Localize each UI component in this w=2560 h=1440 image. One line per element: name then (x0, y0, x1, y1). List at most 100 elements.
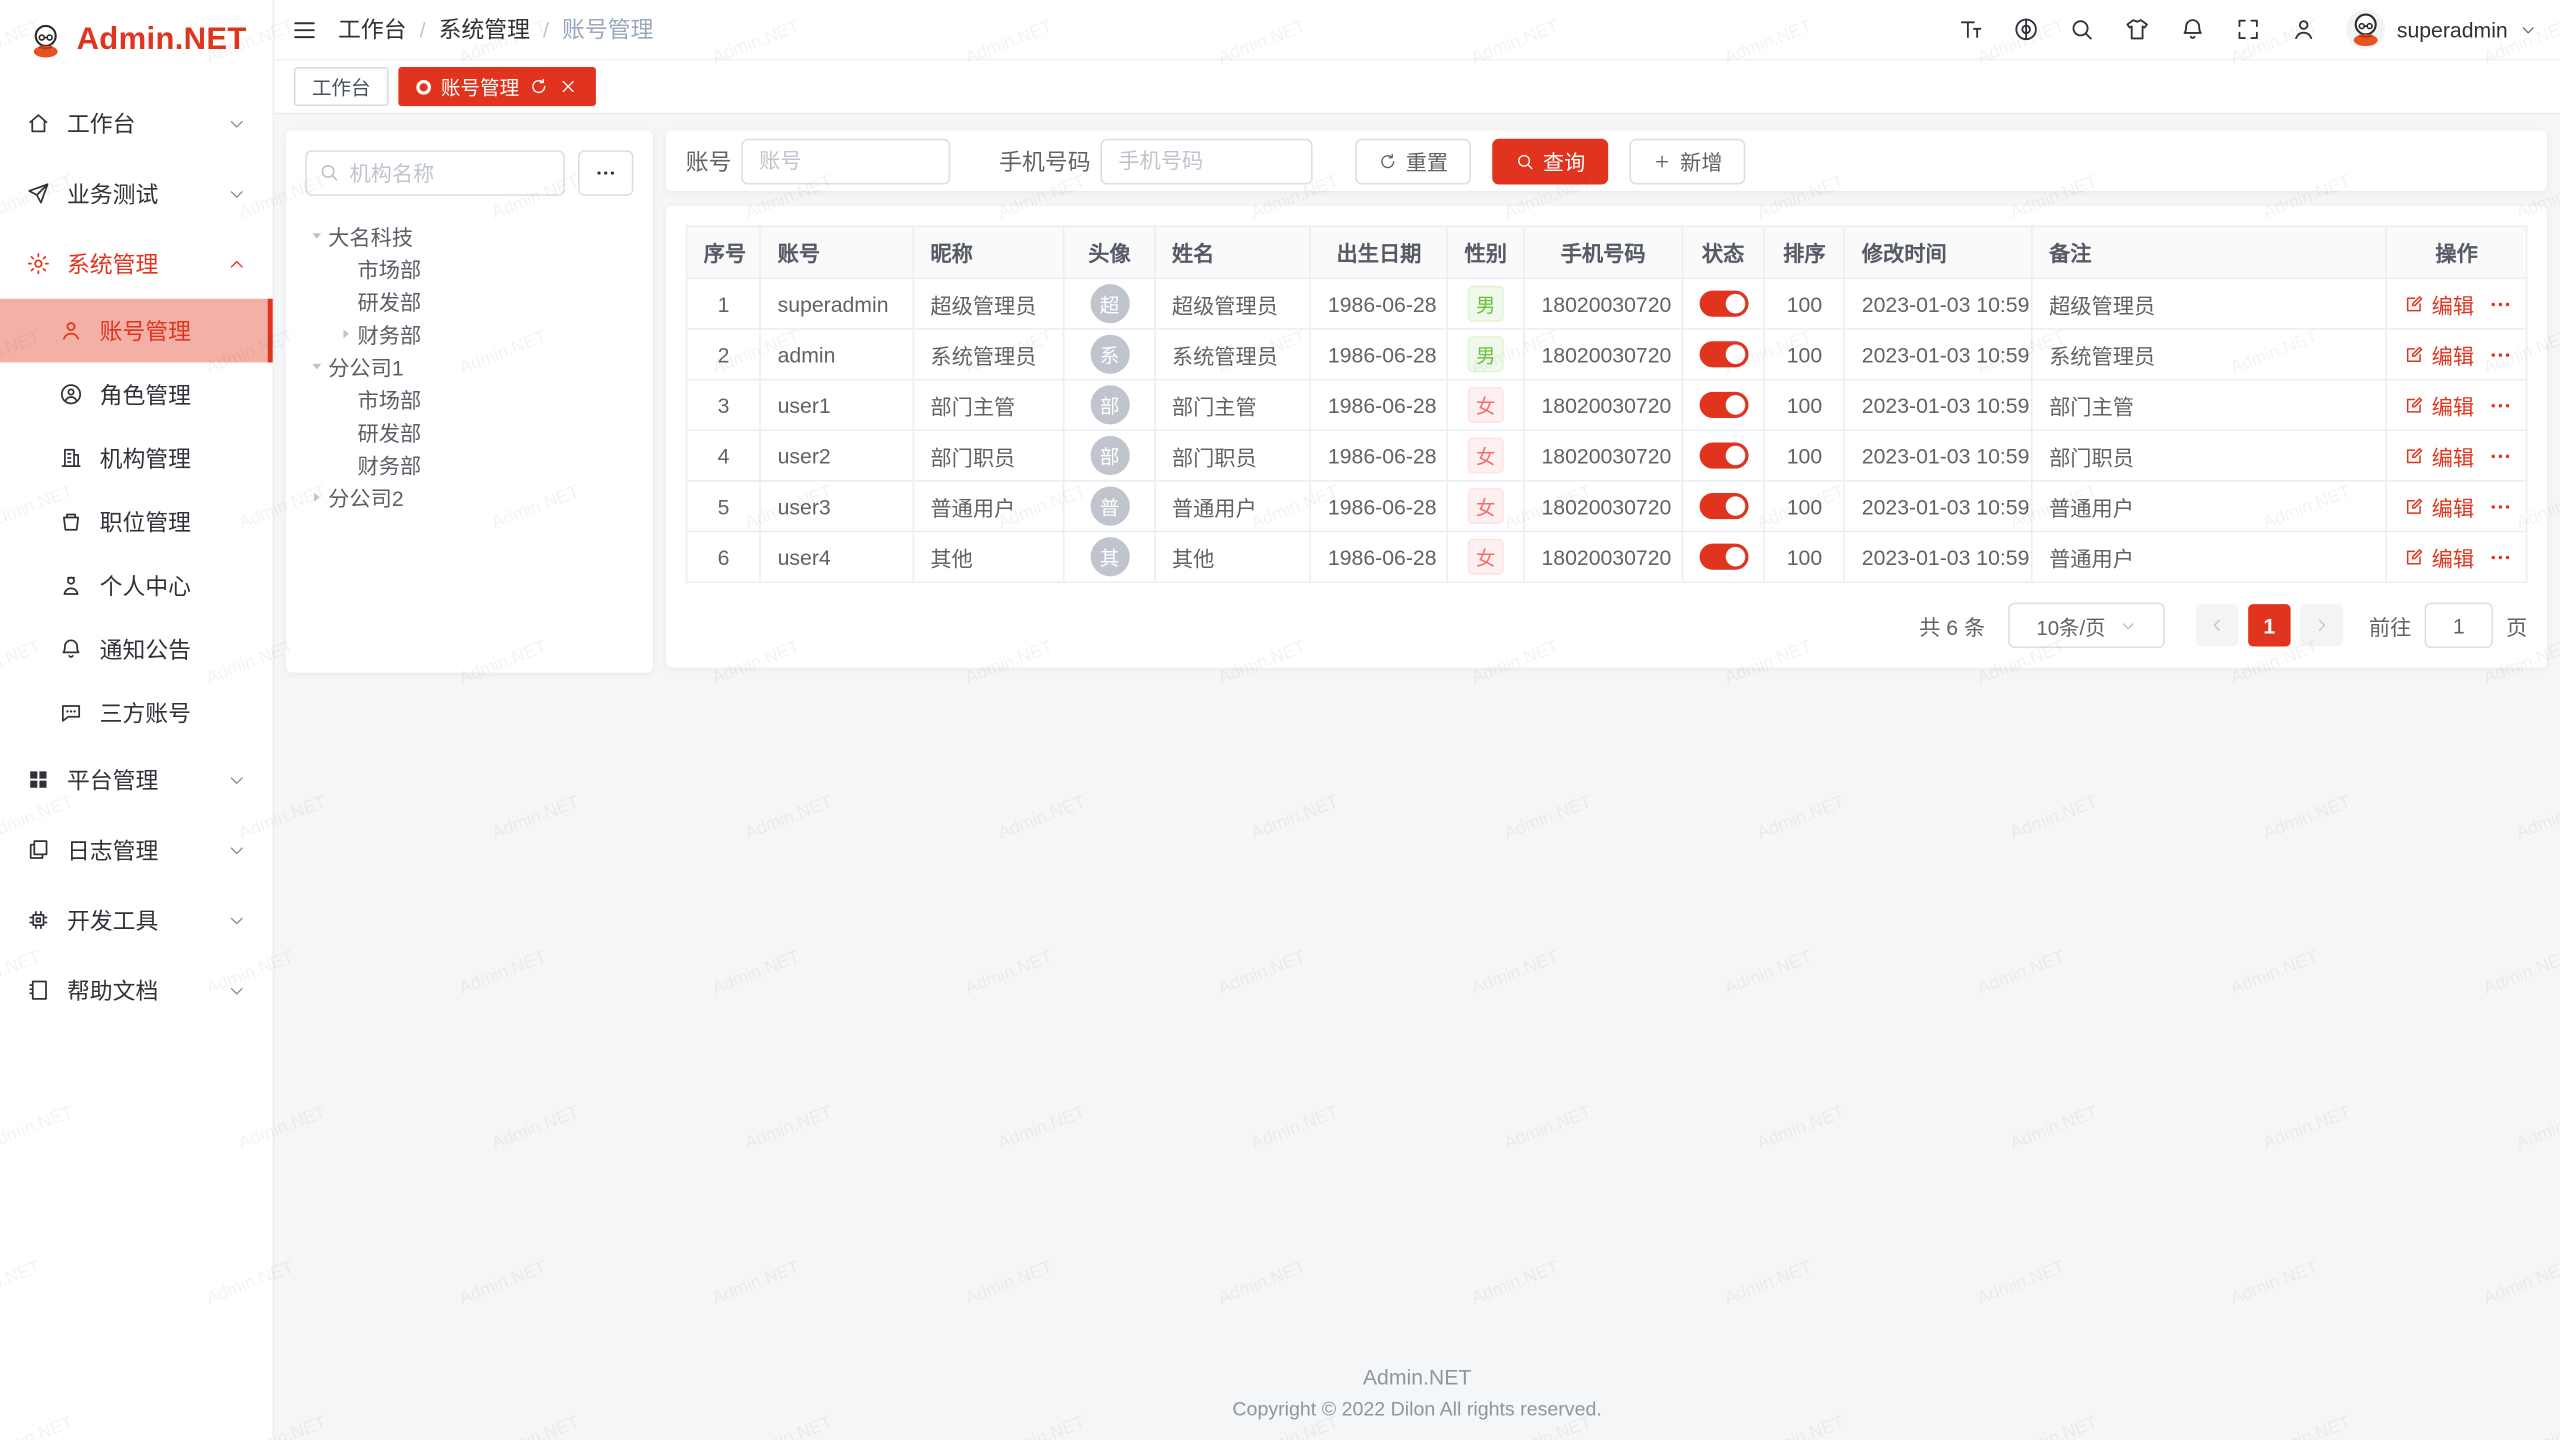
tree-node-label: 分公司1 (328, 350, 403, 381)
pagination: 共 6 条 10条/页 1 前往 (686, 602, 2528, 648)
edit-button[interactable]: 编辑 (2404, 339, 2474, 370)
goto-page-input[interactable] (2424, 602, 2493, 648)
bell-icon (59, 637, 83, 661)
tree-node-分公司2[interactable]: 分公司2 (305, 480, 633, 513)
chevron-down-icon (227, 113, 247, 133)
more-actions-button[interactable] (2489, 291, 2513, 315)
org-search-input[interactable] (305, 150, 565, 196)
account-cell: user2 (760, 430, 913, 481)
tree-more-button[interactable] (578, 150, 634, 196)
sidebar-item-label: 系统管理 (67, 247, 158, 280)
gender-cell: 女 (1447, 531, 1524, 582)
query-button[interactable]: 查询 (1492, 138, 1608, 184)
page-1-button[interactable]: 1 (2248, 604, 2290, 646)
tree-node-市场部[interactable]: 市场部 (305, 251, 633, 284)
edit-button[interactable]: 编辑 (2404, 541, 2474, 572)
remark-cell: 超级管理员 (2032, 278, 2387, 329)
tab-账号管理[interactable]: 账号管理 (398, 67, 596, 106)
topbar-tools: superadmin (1958, 10, 2537, 49)
tree-node-label: 财务部 (358, 448, 422, 479)
sidebar-item-工作台[interactable]: 工作台 (0, 88, 273, 158)
sidebar-item-机构管理[interactable]: 机构管理 (0, 426, 273, 490)
more-actions-button[interactable] (2489, 393, 2513, 417)
tab-工作台[interactable]: 工作台 (294, 67, 389, 106)
tree-node-财务部[interactable]: 财务部 (305, 447, 633, 480)
chevron-down-icon (227, 184, 247, 204)
edit-button[interactable]: 编辑 (2404, 440, 2474, 471)
name-cell: 部门主管 (1155, 380, 1311, 431)
tree-node-研发部[interactable]: 研发部 (305, 415, 633, 448)
app-logo[interactable]: Admin.NET (0, 0, 273, 82)
account-input[interactable] (741, 138, 950, 184)
edit-button[interactable]: 编辑 (2404, 389, 2474, 420)
status-toggle[interactable] (1699, 544, 1748, 570)
name-cell: 系统管理员 (1155, 329, 1311, 380)
no-cell: 1 (687, 278, 761, 329)
edit-label: 编辑 (2432, 491, 2474, 522)
sidebar-item-个人中心[interactable]: 个人中心 (0, 553, 273, 617)
font-size-icon[interactable] (1958, 16, 1984, 42)
sidebar-item-日志管理[interactable]: 日志管理 (0, 815, 273, 885)
sidebar-item-开发工具[interactable]: 开发工具 (0, 885, 273, 955)
breadcrumb-item[interactable]: 系统管理 (439, 13, 530, 46)
prev-page-button[interactable] (2196, 604, 2238, 646)
tree-node-财务部[interactable]: 财务部 (305, 317, 633, 350)
status-toggle[interactable] (1699, 392, 1748, 418)
theme-icon[interactable] (2124, 16, 2150, 42)
more-actions-button[interactable] (2489, 342, 2513, 366)
edit-button[interactable]: 编辑 (2404, 288, 2474, 319)
sidebar-item-平台管理[interactable]: 平台管理 (0, 744, 273, 814)
user-menu[interactable]: superadmin (2346, 10, 2537, 49)
tree-caret-icon (305, 226, 328, 244)
status-toggle[interactable] (1699, 494, 1748, 520)
user-icon[interactable] (2291, 16, 2317, 42)
status-toggle[interactable] (1699, 342, 1748, 368)
more-actions-button[interactable] (2489, 494, 2513, 518)
reset-button[interactable]: 重置 (1355, 138, 1471, 184)
language-icon[interactable] (2013, 16, 2039, 42)
sidebar-item-三方账号[interactable]: 三方账号 (0, 681, 273, 745)
sidebar-item-业务测试[interactable]: 业务测试 (0, 158, 273, 228)
add-button[interactable]: 新增 (1629, 138, 1745, 184)
status-toggle[interactable] (1699, 291, 1748, 317)
tab-refresh-icon[interactable] (529, 77, 549, 97)
tab-close-icon[interactable] (558, 77, 578, 97)
page-size-select[interactable]: 10条/页 (2008, 602, 2165, 648)
gender-cell: 女 (1447, 481, 1524, 532)
breadcrumb-item[interactable]: 工作台 (338, 13, 407, 46)
modified-cell: 2023-01-03 10:59:44 (1845, 481, 2032, 532)
fullscreen-icon[interactable] (2235, 16, 2261, 42)
tab-label: 账号管理 (441, 73, 519, 101)
chevron-down-icon (227, 770, 247, 790)
sidebar-item-账号管理[interactable]: 账号管理 (0, 299, 273, 363)
tree-node-市场部[interactable]: 市场部 (305, 382, 633, 415)
nickname-cell: 其他 (913, 531, 1064, 582)
chevron-down-icon (2519, 20, 2537, 38)
notification-icon[interactable] (2180, 16, 2206, 42)
tree-node-大名科技[interactable]: 大名科技 (305, 219, 633, 252)
accounts-table: 序号账号昵称头像姓名出生日期性别手机号码状态排序修改时间备注操作 1supera… (686, 225, 2528, 583)
next-page-button[interactable] (2300, 604, 2342, 646)
more-actions-button[interactable] (2489, 544, 2513, 568)
logo-text: Admin.NET (77, 23, 247, 59)
sidebar-item-职位管理[interactable]: 职位管理 (0, 490, 273, 554)
sidebar-item-通知公告[interactable]: 通知公告 (0, 617, 273, 681)
sidebar-item-角色管理[interactable]: 角色管理 (0, 362, 273, 426)
more-actions-button[interactable] (2489, 443, 2513, 467)
modified-cell: 2023-01-03 10:59:44 (1845, 278, 2032, 329)
sort-cell: 100 (1764, 278, 1844, 329)
collapse-menu-icon[interactable] (291, 16, 319, 44)
sidebar-item-label: 职位管理 (100, 505, 191, 538)
sort-cell: 100 (1764, 430, 1844, 481)
sidebar-item-系统管理[interactable]: 系统管理 (0, 229, 273, 299)
edit-button[interactable]: 编辑 (2404, 491, 2474, 522)
status-cell (1682, 380, 1764, 431)
sidebar-item-帮助文档[interactable]: 帮助文档 (0, 955, 273, 1025)
tree-node-分公司1[interactable]: 分公司1 (305, 349, 633, 382)
tree-caret-icon (305, 487, 328, 505)
search-icon[interactable] (2069, 16, 2095, 42)
tree-node-研发部[interactable]: 研发部 (305, 284, 633, 317)
remark-cell: 普通用户 (2032, 481, 2387, 532)
phone-input[interactable] (1100, 138, 1312, 184)
status-toggle[interactable] (1699, 443, 1748, 469)
